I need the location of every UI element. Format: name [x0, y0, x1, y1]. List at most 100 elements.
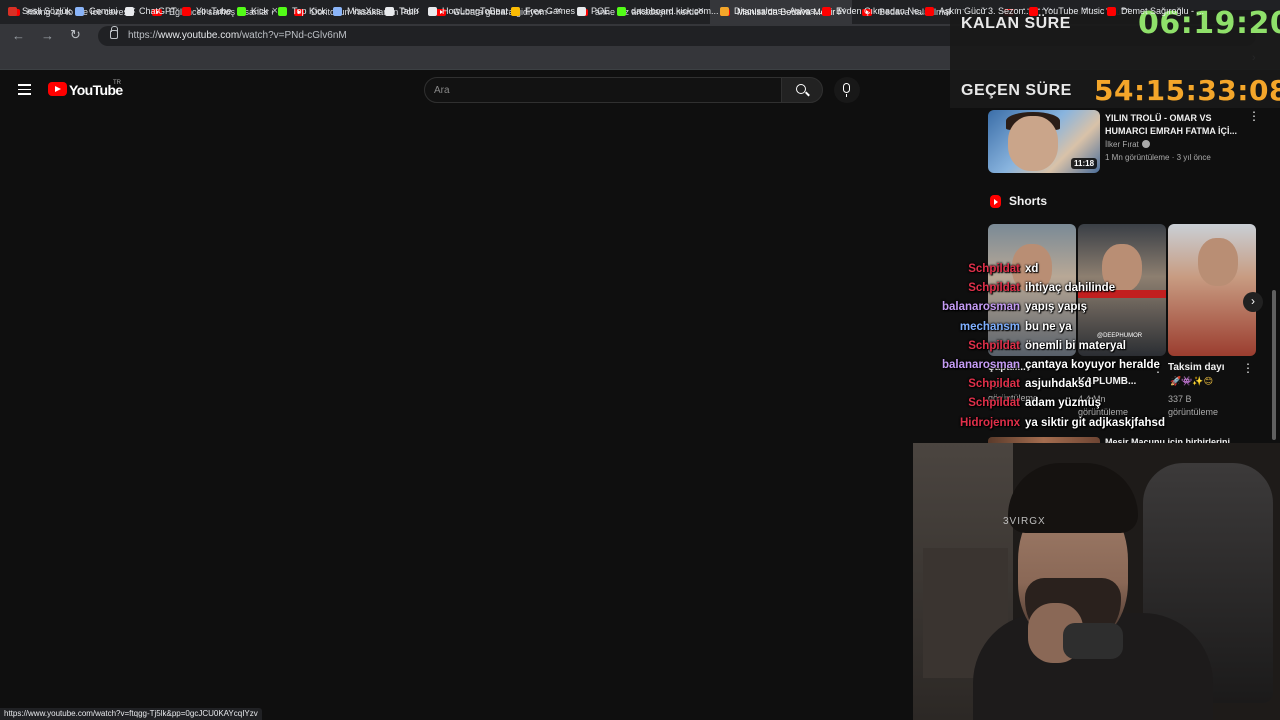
- remaining-time-label: KALAN SÜRE: [961, 15, 1071, 32]
- bookmark-item[interactable]: Sesli Sözlük: [8, 6, 71, 16]
- tabu-icon: [385, 6, 394, 16]
- bookmark-item[interactable]: ChatGPT: [125, 6, 177, 16]
- bookmark-label: Discussions - Ashes...: [734, 6, 823, 16]
- elapsed-time-label: GEÇEN SÜRE: [961, 82, 1072, 99]
- bookmark-label: HowLongToBeat: [442, 6, 509, 16]
- tag-icon: [511, 6, 520, 16]
- chair-brand-logo: 3VIRGX: [1003, 516, 1046, 527]
- verified-icon: [1141, 140, 1150, 148]
- kick-icon: [278, 6, 287, 16]
- search-input[interactable]: [434, 83, 774, 97]
- short-thumbnail[interactable]: [1168, 224, 1256, 356]
- lock-icon[interactable]: [110, 26, 118, 39]
- shorts-icon: [990, 195, 1001, 208]
- back-button[interactable]: ←: [12, 28, 25, 43]
- forward-button[interactable]: →: [41, 28, 54, 43]
- reload-button[interactable]: ↻: [70, 27, 81, 43]
- chat-username: mechansm: [959, 320, 1020, 333]
- recommended-video-title[interactable]: YILIN TROLÜ - OMAR VS HUMARCI EMRAH FATM…: [1105, 112, 1240, 138]
- chat-message: xd: [1025, 263, 1039, 275]
- elapsed-time-value: 54:15:33:08: [1094, 74, 1280, 107]
- shorts-next-chevron-icon[interactable]: ›: [1243, 292, 1263, 312]
- bookmark-item[interactable]: Demet Sağıroğlu - ...: [1107, 6, 1204, 16]
- chat-message: asjuıhdaksd: [1025, 378, 1092, 391]
- bookmark-item[interactable]: Free Games: [511, 6, 575, 16]
- channel-name: İlker Fırat: [1105, 140, 1139, 149]
- chat-message: önemli bi materyal: [1025, 339, 1126, 352]
- sozluk-icon: [8, 6, 17, 16]
- bookmark-item[interactable]: Aşkın Gücü 3. Sezon...: [925, 6, 1031, 16]
- youtube-icon: [1107, 6, 1116, 16]
- bookmark-label: Aşkın Gücü 3. Sezon...: [939, 6, 1032, 16]
- bookmark-item[interactable]: Discussions - Ashes...: [720, 6, 822, 16]
- gemini-icon: [75, 6, 84, 16]
- bookmark-item[interactable]: HowLongToBeat: [428, 6, 508, 16]
- more-options-icon[interactable]: ⋮: [1248, 110, 1260, 122]
- bookmark-item[interactable]: YouTube: [182, 6, 231, 16]
- bookmark-item[interactable]: dashboard.kick.com...: [617, 6, 719, 16]
- youtube-logo-icon[interactable]: [48, 82, 67, 96]
- bookmark-label: YouTube Music: [1043, 6, 1105, 16]
- bookmark-label: Free Games: [525, 6, 576, 16]
- recommended-video-meta: 1 Mn görüntüleme · 3 yıl önce: [1105, 153, 1211, 162]
- bookmark-label: POE: [591, 6, 611, 16]
- youtube-icon: [925, 6, 934, 16]
- chat-username: Hidrojennx: [959, 416, 1020, 429]
- chat-username: balanarosman: [942, 359, 1020, 371]
- chat-message: ya siktir git adjkaskjfahsd: [1025, 416, 1165, 429]
- chat-username: Schpildat: [968, 263, 1020, 275]
- chat-message: bu ne ya: [1025, 320, 1072, 333]
- bookmark-item[interactable]: Tabu: [385, 6, 419, 16]
- shorts-heading: Shorts: [1009, 194, 1048, 208]
- search-icon[interactable]: [796, 84, 806, 94]
- bookmark-label: Kick: [251, 6, 269, 16]
- bookmark-item[interactable]: MissXss: [333, 6, 381, 16]
- bookmark-label: Evden Çıkmadan Ne...: [836, 6, 927, 16]
- chat-message: ihtiyaç dahilinde: [1025, 282, 1116, 295]
- hamburger-menu-icon[interactable]: [18, 84, 31, 95]
- chat-username: balanarosman: [942, 301, 1020, 314]
- chatgpt-icon: [125, 6, 134, 16]
- short-title[interactable]: Taksim dayı: [1168, 362, 1248, 374]
- folder-icon: [577, 6, 586, 16]
- bookmark-label: Tabu: [399, 6, 419, 16]
- scrollbar-thumb[interactable]: [1272, 290, 1276, 440]
- youtube-music-icon: [1029, 6, 1038, 16]
- bookmark-label: dashboard.kick.com...: [631, 6, 719, 16]
- bookmark-item[interactable]: Kick: [237, 6, 268, 16]
- webcam-feed: [913, 443, 1280, 720]
- status-bar-url: https://www.youtube.com/watch?v=ftqgg-Tj…: [0, 708, 262, 720]
- bookmark-label: YouTube: [196, 6, 232, 16]
- bookmark-label: Gemini: [89, 6, 118, 16]
- bookmark-label: MissXss: [347, 6, 381, 16]
- video-duration-badge: 11:18: [1071, 158, 1098, 169]
- bookmark-item[interactable]: Gemini: [75, 6, 118, 16]
- url-domain: www.youtube.com: [158, 30, 240, 41]
- country-code: TR: [113, 80, 121, 86]
- hltb-icon: [428, 6, 437, 16]
- bookmark-item[interactable]: Top Kick: [278, 6, 326, 16]
- chat-message: çantaya koyuyor heralde: [1025, 359, 1160, 371]
- bookmark-label: Sesli Sözlük: [22, 6, 72, 16]
- bookmark-item[interactable]: POE: [577, 6, 610, 16]
- youtube-icon: [182, 6, 191, 16]
- url-text[interactable]: https://www.youtube.com/watch?v=PNd-cGlv…: [128, 30, 347, 41]
- bookmark-label: Demet Sağıroğlu - ...: [1121, 6, 1205, 16]
- url-prefix: https://: [128, 30, 159, 41]
- short-more-options-icon[interactable]: ⋮: [1242, 362, 1254, 374]
- recommended-video-channel[interactable]: İlker Fırat: [1105, 140, 1150, 149]
- url-path: /watch?v=PNd-cGlv6nM: [239, 30, 347, 41]
- short-face: [1198, 238, 1238, 286]
- microphone-icon[interactable]: [843, 83, 850, 97]
- bookmark-label: ChatGPT: [139, 6, 177, 16]
- bookmark-item[interactable]: YouTube Music: [1029, 6, 1104, 16]
- short-views: 337 B görüntüleme: [1168, 394, 1219, 417]
- bookmark-item[interactable]: Evden Çıkmadan Ne...: [822, 6, 927, 16]
- missxss-icon: [333, 6, 342, 16]
- webcam-microphone: [1063, 623, 1123, 659]
- steam-icon: [720, 6, 729, 16]
- chat-username: Schpildat: [968, 282, 1020, 295]
- chat-username: Schpildat: [968, 397, 1020, 410]
- chat-username: Schpildat: [968, 339, 1020, 352]
- kick-icon: [237, 6, 246, 16]
